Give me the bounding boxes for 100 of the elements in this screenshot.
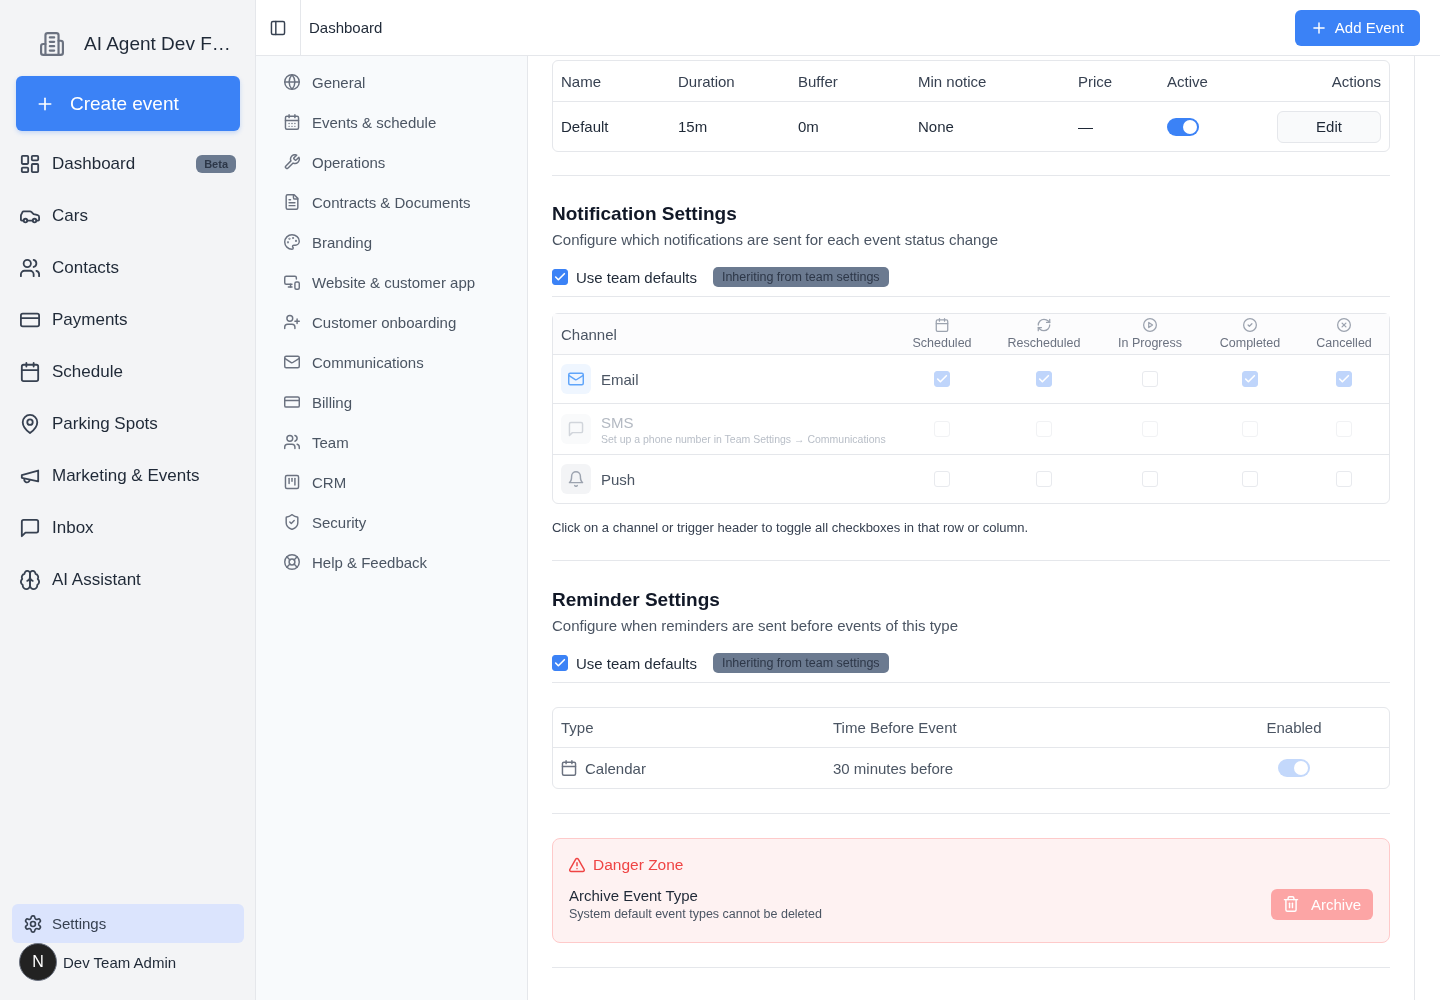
settings-menu-item[interactable]: Branding <box>256 222 527 262</box>
channel-name[interactable]: Push <box>601 470 636 488</box>
brain-icon <box>20 570 40 590</box>
warning-icon <box>569 857 585 873</box>
check-icon <box>1338 373 1350 385</box>
kanban-icon <box>284 474 300 490</box>
settings-menu-item[interactable]: Billing <box>256 382 527 422</box>
checkbox[interactable] <box>552 269 568 285</box>
checkbox-label: Use team defaults <box>576 654 697 672</box>
x-circle-icon <box>1337 318 1351 332</box>
column-header: Buffer <box>797 72 839 90</box>
nav-item[interactable]: AI Assistant <box>12 560 244 600</box>
users-icon <box>284 434 300 450</box>
settings-menu-item[interactable]: CRM <box>256 462 527 502</box>
table-cell-text: 15m <box>677 118 709 135</box>
map-pin-icon <box>20 414 40 434</box>
credit-card-icon <box>284 394 300 410</box>
bell-icon <box>561 464 591 494</box>
column-header: Name <box>560 72 602 90</box>
settings-menu-item[interactable]: Help & Feedback <box>256 542 527 582</box>
settings-menu-item[interactable]: Team <box>256 422 527 462</box>
archive-description: System default event types cannot be deleted <box>569 907 822 921</box>
nav-item[interactable]: Parking Spots <box>12 404 244 444</box>
trash-icon <box>1282 896 1299 912</box>
column-header: Actions <box>1330 72 1382 90</box>
check-circle-icon <box>1243 318 1257 332</box>
settings-menu-item[interactable]: Customer onboarding <box>256 302 527 342</box>
user-plus-icon <box>284 314 300 330</box>
calendar-icon <box>561 760 577 776</box>
settings-menu-item[interactable]: General <box>256 62 527 102</box>
beta-badge: Beta <box>196 155 236 173</box>
section-title: Notification Settings <box>552 202 738 226</box>
users-icon <box>20 258 40 278</box>
settings-menu-item[interactable]: Events & schedule <box>256 102 527 142</box>
column-header: Type <box>560 719 595 736</box>
active-toggle[interactable] <box>1167 117 1199 136</box>
nav-item[interactable]: Marketing & Events <box>12 456 244 496</box>
organization-name: AI Agent Dev F… <box>84 33 231 55</box>
building-icon <box>40 32 64 56</box>
danger-zone-title: Danger Zone <box>593 856 684 874</box>
mail-icon <box>284 354 300 370</box>
settings-menu-item[interactable]: Security <box>256 502 527 542</box>
settings-menu-item[interactable]: Communications <box>256 342 527 382</box>
column-header: Active <box>1166 72 1209 90</box>
nav-item[interactable]: Contacts <box>12 248 244 288</box>
nav-item[interactable]: Cars <box>12 196 244 236</box>
inheriting-badge: Inheriting from team settings <box>712 267 889 287</box>
avatar[interactable]: N <box>19 943 57 981</box>
document-icon <box>284 194 300 210</box>
trigger-header[interactable]: In Progress <box>1099 318 1201 350</box>
section-description: Configure when reminders are sent before events of this type <box>552 616 960 636</box>
dashboard-grid-icon <box>20 154 40 174</box>
checkbox-label: Use team defaults <box>576 268 697 286</box>
column-header: Price <box>1077 72 1114 90</box>
column-header: Duration <box>677 72 736 90</box>
shield-check-icon <box>284 514 300 530</box>
nav-item[interactable]: Schedule <box>12 352 244 392</box>
palette-icon <box>284 234 300 250</box>
add-event-button[interactable]: Add Event <box>1294 9 1420 46</box>
help-text: Click on a channel or trigger header to toggle all checkboxes in that row or column. <box>552 519 1030 537</box>
mail-icon <box>561 364 591 394</box>
settings-icon <box>24 914 42 933</box>
settings-menu-item[interactable]: Contracts & Documents <box>256 182 527 222</box>
section-title: Reminder Settings <box>552 588 721 612</box>
chat-bubble-icon <box>561 414 591 444</box>
trigger-header[interactable]: Rescheduled <box>989 318 1099 350</box>
sidebar-icon[interactable] <box>270 19 286 36</box>
create-event-button[interactable]: Create event <box>16 76 240 131</box>
trigger-header[interactable]: Scheduled <box>895 318 989 350</box>
calendar-icon <box>935 318 949 332</box>
nav-item[interactable]: Dashboard Beta <box>12 144 244 184</box>
trigger-header[interactable]: Cancelled <box>1299 318 1389 350</box>
settings-menu-item[interactable]: Operations <box>256 142 527 182</box>
channel-name[interactable]: Email <box>601 370 639 388</box>
check-icon <box>1244 373 1256 385</box>
devices-icon <box>284 274 300 290</box>
channel-hint: Set up a phone number in Team Settings → Communications <box>601 432 886 445</box>
archive-title: Archive Event Type <box>569 887 699 904</box>
globe-icon <box>284 74 300 90</box>
inheriting-badge: Inheriting from team settings <box>712 653 889 673</box>
trigger-header[interactable]: Completed <box>1201 318 1299 350</box>
checkbox[interactable] <box>552 655 568 671</box>
column-header: Min notice <box>917 72 988 90</box>
refresh-icon <box>1037 318 1051 332</box>
table-cell-text: Default <box>560 118 610 135</box>
section-description: Configure which notifications are sent for each event status change <box>552 230 1000 250</box>
enabled-toggle[interactable] <box>1278 759 1310 777</box>
breadcrumb: Dashboard <box>309 19 383 36</box>
calendar-icon <box>284 114 300 130</box>
wrench-icon <box>284 154 300 170</box>
play-circle-icon <box>1143 318 1157 332</box>
edit-button[interactable]: Edit <box>1277 110 1381 143</box>
nav-item[interactable]: Payments <box>12 300 244 340</box>
settings-nav-item[interactable]: Settings <box>12 904 244 943</box>
credit-card-icon <box>20 310 40 330</box>
table-cell-text: — <box>1077 118 1094 135</box>
table-cell-text: None <box>917 118 955 135</box>
settings-menu-item[interactable]: Website & customer app <box>256 262 527 302</box>
nav-item[interactable]: Inbox <box>12 508 244 548</box>
column-header: Channel <box>560 325 618 343</box>
